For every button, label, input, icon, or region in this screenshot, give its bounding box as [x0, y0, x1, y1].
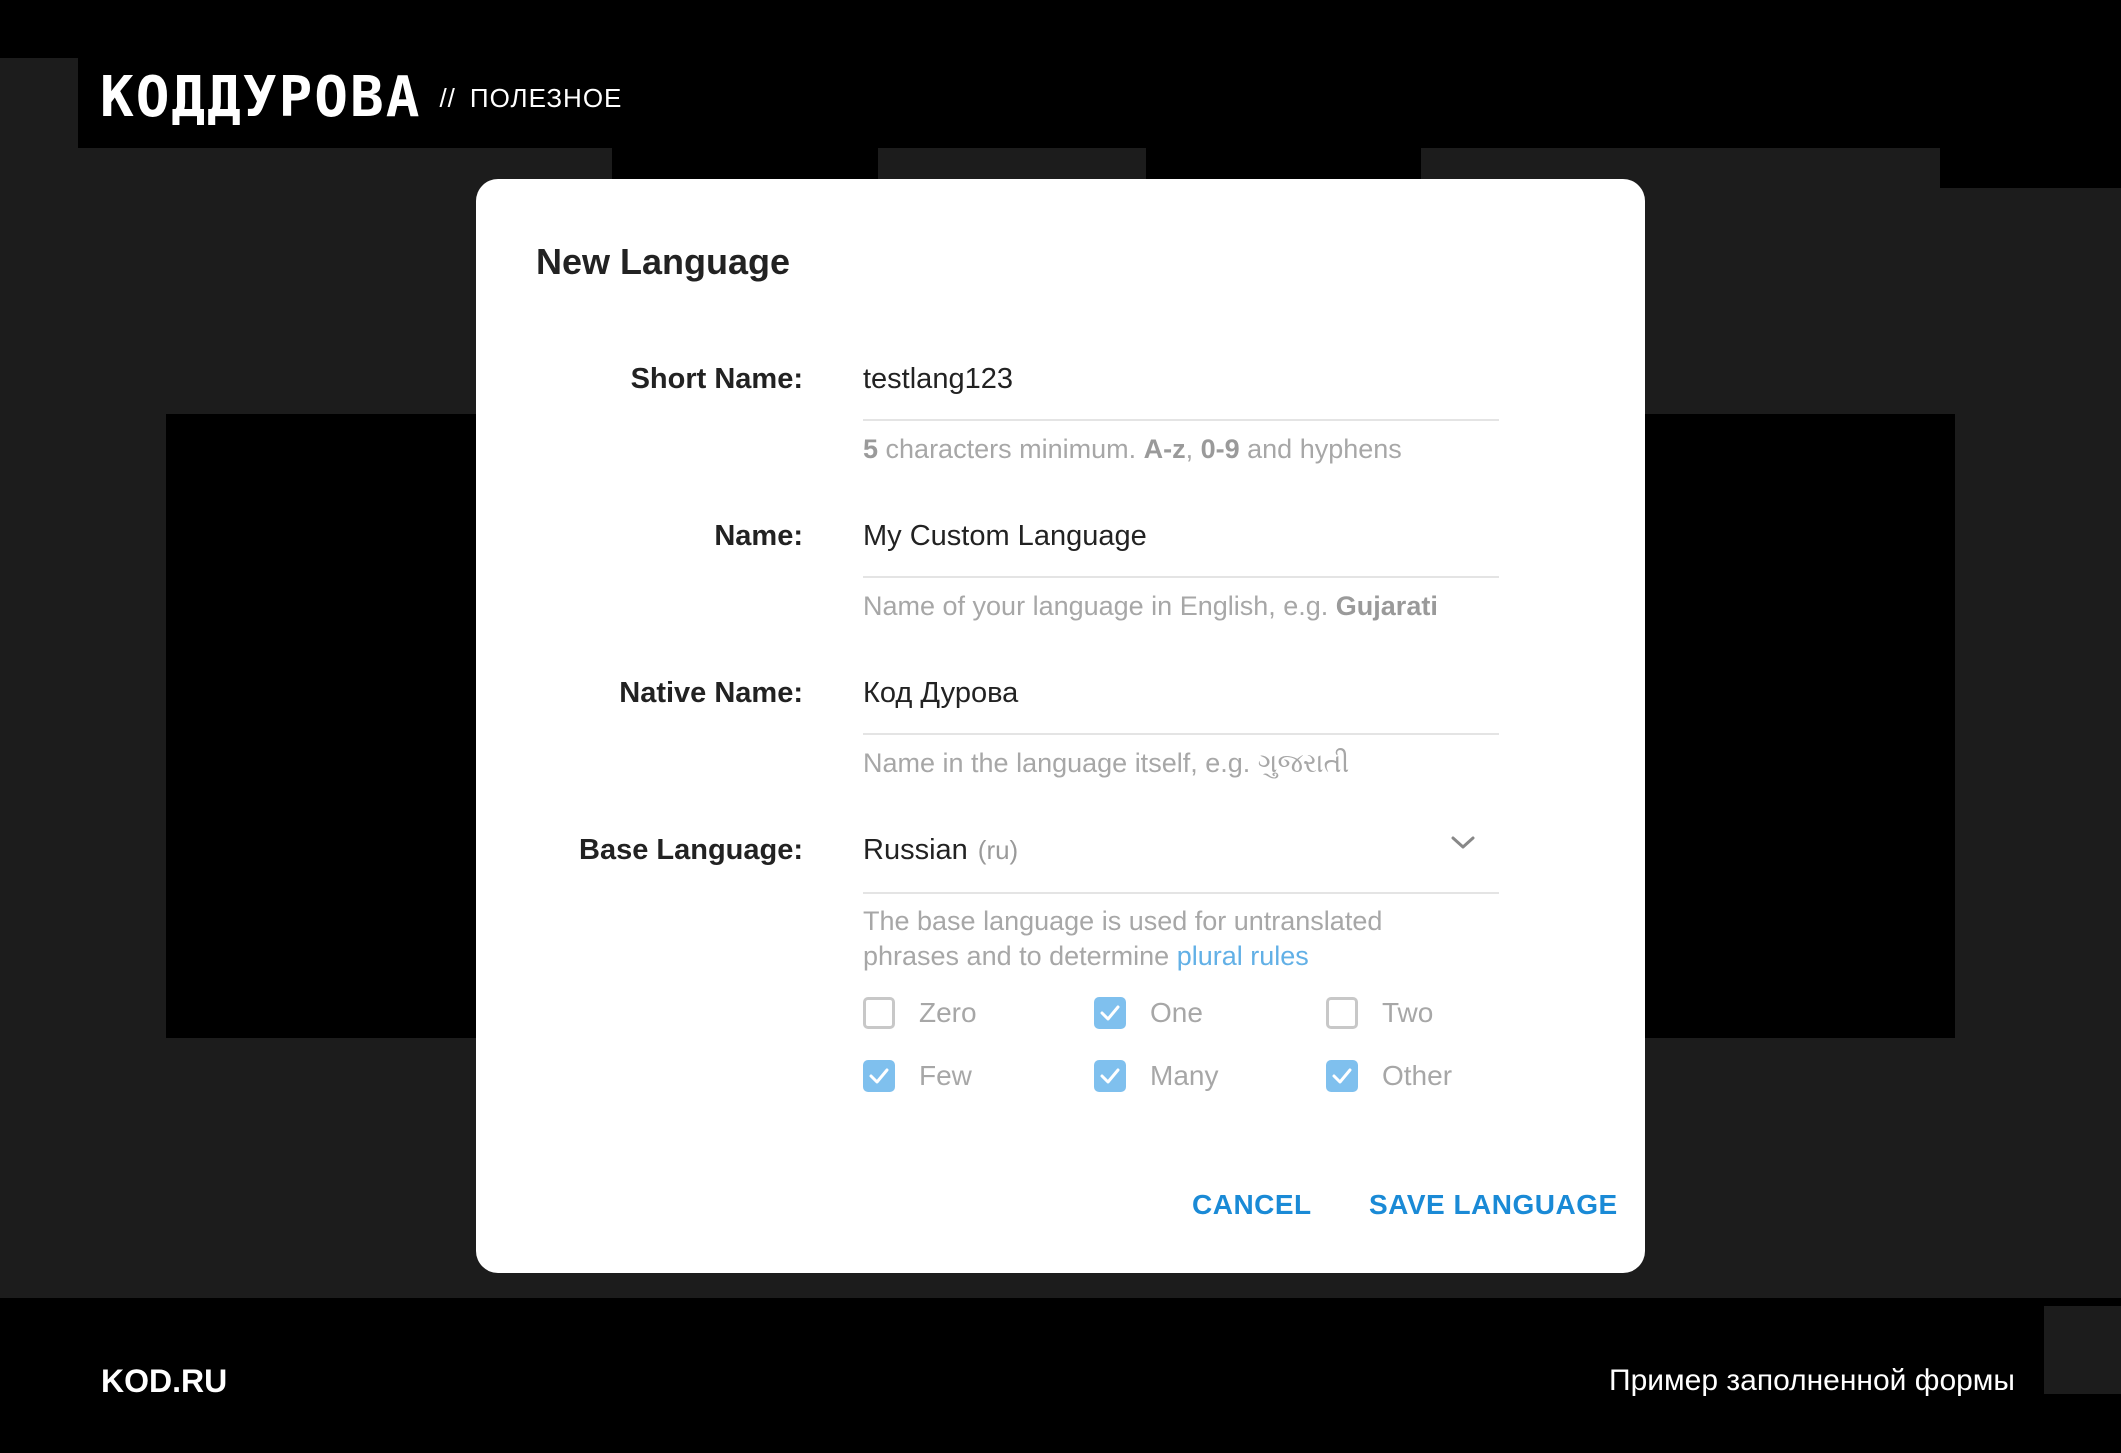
name-input[interactable]: My Custom Language: [863, 520, 1499, 553]
cancel-button[interactable]: CANCEL: [1192, 1189, 1312, 1221]
base-language-underline: [863, 892, 1499, 894]
checkbox-label: One: [1150, 997, 1203, 1028]
checkbox-other[interactable]: Other: [1326, 1060, 1452, 1092]
breadcrumb: // ПОЛЕЗНОЕ: [439, 83, 622, 114]
chevron-down-icon[interactable]: [1449, 833, 1477, 853]
native-name-input[interactable]: Код Дурова: [863, 677, 1499, 710]
checkbox-box[interactable]: [1094, 997, 1126, 1029]
native-name-underline: [863, 733, 1499, 735]
check-icon: [869, 1068, 889, 1084]
check-icon: [1332, 1068, 1352, 1084]
checkbox-box[interactable]: [1094, 1060, 1126, 1092]
hint-letters: A-z: [1143, 434, 1186, 464]
checkbox-one[interactable]: One: [1094, 997, 1203, 1029]
short-name-underline: [863, 419, 1499, 421]
header-brand: КОДДУРОВА // ПОЛЕЗНОЕ: [100, 70, 622, 126]
checkbox-two[interactable]: Two: [1326, 997, 1433, 1029]
checkbox-few[interactable]: Few: [863, 1060, 972, 1092]
checkbox-box[interactable]: [1326, 1060, 1358, 1092]
selected-language-code: (ru): [977, 835, 1019, 865]
native-name-hint: Name in the language itself, e.g. ગુજરાત…: [863, 746, 1499, 781]
name-underline: [863, 576, 1499, 578]
base-language-select[interactable]: Russian (ru): [863, 834, 1499, 867]
checkbox-box[interactable]: [863, 997, 895, 1029]
name-hint: Name of your language in English, e.g. G…: [863, 589, 1499, 624]
save-language-button[interactable]: SAVE LANGUAGE: [1369, 1189, 1618, 1221]
hint-text: Name in the language itself, e.g.: [863, 748, 1258, 778]
short-name-label: Short Name:: [630, 363, 803, 395]
checkbox-label: Two: [1382, 997, 1434, 1028]
hint-min-count: 5: [863, 434, 879, 464]
hint-text: The base language is used for untranslat…: [863, 906, 1383, 936]
hint-text: phrases and to determine: [863, 941, 1177, 971]
short-name-hint: 5 characters minimum. A-z, 0-9 and hyphe…: [863, 432, 1499, 467]
dialog-title: New Language: [536, 241, 791, 282]
bg-footer-notch: [2044, 1306, 2121, 1394]
checkbox-zero[interactable]: Zero: [863, 997, 977, 1029]
hint-example: Gujarati: [1335, 591, 1438, 621]
footer-site[interactable]: KOD.RU: [101, 1363, 227, 1400]
checkbox-box[interactable]: [863, 1060, 895, 1092]
bg-panel-left: [0, 58, 78, 1298]
new-language-dialog: New Language Short Name: testlang123 5 c…: [476, 179, 1645, 1273]
hint-text: ,: [1185, 434, 1201, 464]
hint-digits: 0-9: [1200, 434, 1240, 464]
checkbox-box[interactable]: [1326, 997, 1358, 1029]
checkbox-label: Zero: [919, 997, 977, 1028]
plural-rules-link[interactable]: plural rules: [1177, 941, 1309, 971]
checkbox-label: Few: [919, 1060, 972, 1091]
checkbox-label: Other: [1382, 1060, 1453, 1091]
breadcrumb-section[interactable]: ПОЛЕЗНОЕ: [470, 83, 623, 113]
breadcrumb-separator: //: [439, 82, 456, 113]
base-language-label: Base Language:: [579, 834, 803, 866]
selected-language: Russian: [863, 834, 968, 866]
checkbox-many[interactable]: Many: [1094, 1060, 1218, 1092]
logo[interactable]: КОДДУРОВА: [100, 70, 421, 126]
check-icon: [1100, 1005, 1120, 1021]
name-label: Name:: [714, 520, 803, 552]
check-icon: [1100, 1068, 1120, 1084]
native-name-label: Native Name:: [619, 677, 803, 709]
footer-caption: Пример заполненной формы: [1609, 1364, 2015, 1397]
checkbox-label: Many: [1150, 1060, 1219, 1091]
hint-text: Name of your language in English, e.g.: [863, 591, 1336, 621]
hint-text: and hyphens: [1239, 434, 1402, 464]
bg-block-top-3: [1940, 148, 2121, 188]
hint-example: ગુજરાતી: [1257, 748, 1350, 778]
short-name-input[interactable]: testlang123: [863, 363, 1499, 396]
base-language-hint: The base language is used for untranslat…: [863, 904, 1499, 974]
hint-text: characters minimum.: [878, 434, 1144, 464]
